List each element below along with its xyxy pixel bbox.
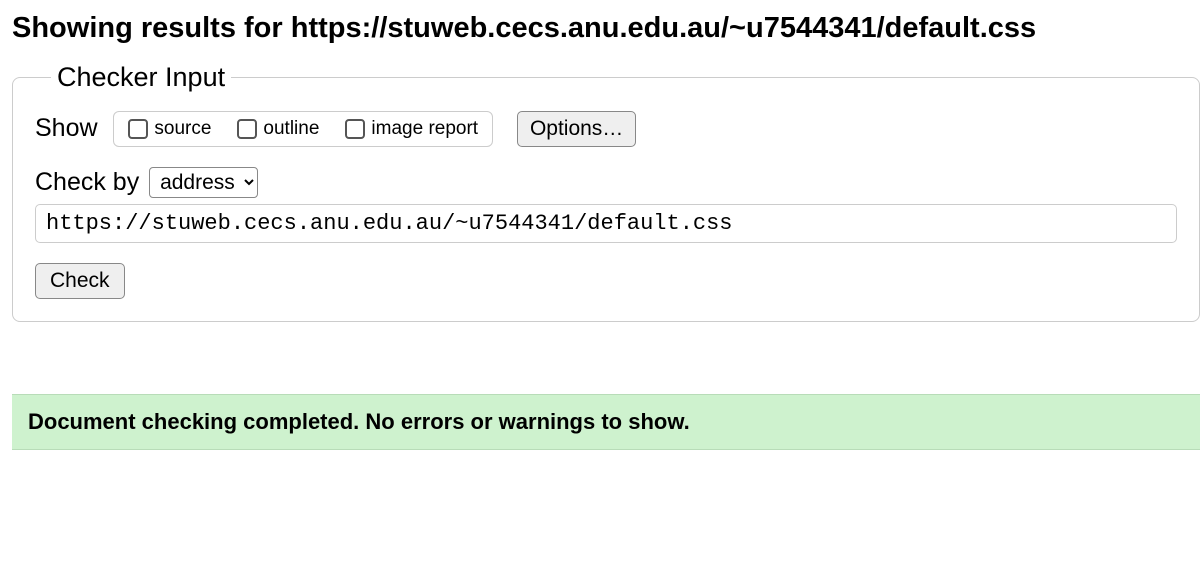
outline-checkbox[interactable] — [237, 119, 257, 139]
check-row: Check — [35, 263, 1177, 299]
outline-checkbox-item[interactable]: outline — [237, 118, 319, 140]
page-title-url: https://stuweb.cecs.anu.edu.au/~u7544341… — [291, 12, 1036, 44]
image-report-checkbox-label: image report — [371, 118, 478, 140]
success-message: Document checking completed. No errors o… — [12, 394, 1200, 450]
checker-input-fieldset: Checker Input Show source outline image … — [12, 62, 1200, 322]
checker-input-legend: Checker Input — [51, 62, 231, 93]
show-options-group: source outline image report — [113, 111, 493, 147]
url-input[interactable] — [35, 204, 1177, 243]
checkby-row: Check by address — [35, 167, 1177, 243]
image-report-checkbox-item[interactable]: image report — [345, 118, 478, 140]
check-button[interactable]: Check — [35, 263, 125, 299]
source-checkbox-item[interactable]: source — [128, 118, 211, 140]
checkby-select[interactable]: address — [149, 167, 258, 198]
show-label: Show — [35, 114, 98, 142]
image-report-checkbox[interactable] — [345, 119, 365, 139]
show-row: Show source outline image report Options… — [35, 111, 1177, 147]
source-checkbox-label: source — [154, 118, 211, 140]
options-button[interactable]: Options… — [517, 111, 636, 147]
page-title-prefix: Showing results for — [12, 12, 291, 44]
outline-checkbox-label: outline — [263, 118, 319, 140]
page-title: Showing results for https://stuweb.cecs.… — [12, 10, 1200, 48]
checkby-label: Check by — [35, 168, 139, 196]
source-checkbox[interactable] — [128, 119, 148, 139]
